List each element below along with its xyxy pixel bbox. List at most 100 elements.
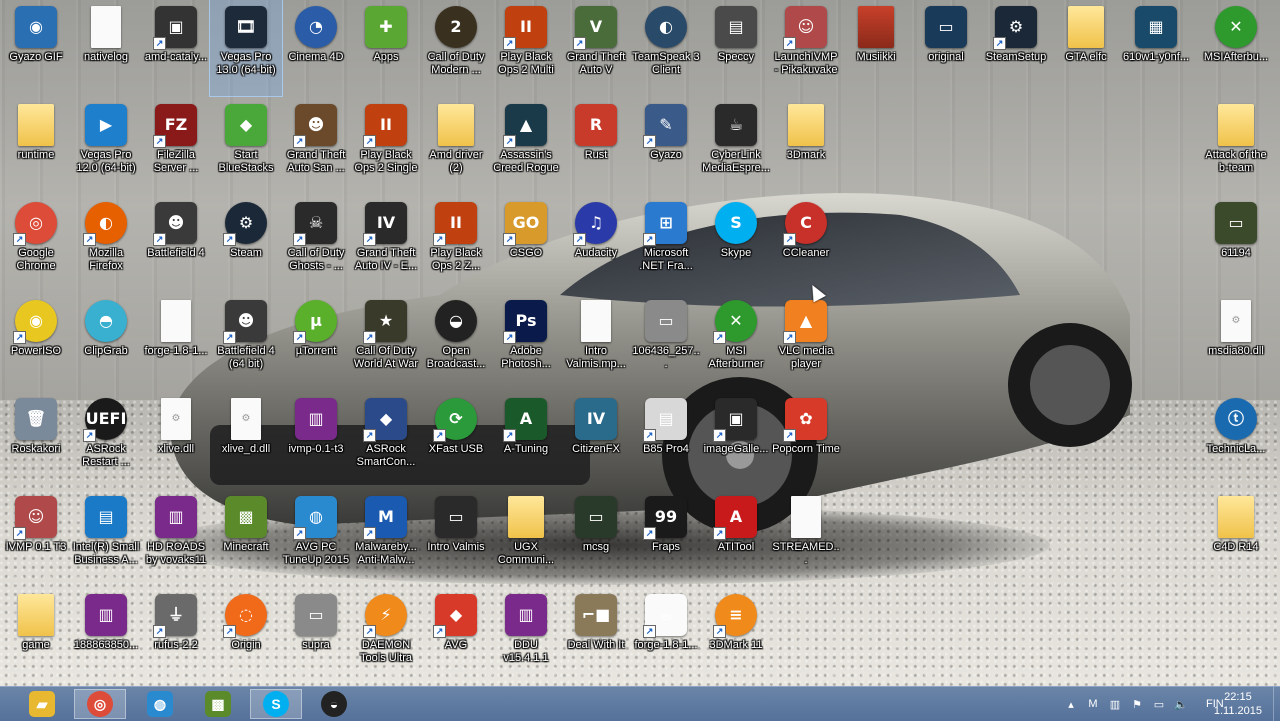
desktop-shortcut[interactable]: ⚙ xlive.dll [140,392,212,488]
desktop-shortcut[interactable]: nativelog [70,0,142,96]
show-hidden-icons-chevron-icon[interactable]: ▴ [1063,696,1079,712]
desktop-shortcut[interactable]: ▩ Minecraft [210,490,282,586]
desktop-shortcut[interactable]: 99 ↗ Fraps [630,490,702,586]
desktop-shortcut[interactable]: 🗑 Roskakori [0,392,72,488]
desktop-shortcut[interactable]: ☻ ↗ Battlefield 4 [140,196,212,292]
taskbar-button-chrome[interactable]: ◎ [74,689,126,719]
desktop-shortcut[interactable]: ▭ Intro Valmis [420,490,492,586]
desktop-shortcut[interactable]: ☺ ↗ LaunchIVMP - Pikakuvake [770,0,842,96]
desktop-shortcut[interactable]: ▤ ↗ B85 Pro4 [630,392,702,488]
desktop-shortcut[interactable]: ◉ Gyazo GIF [0,0,72,96]
desktop-shortcut[interactable]: ▣ ↗ amd-cataly... [140,0,212,96]
desktop-shortcut[interactable]: ▥ DDU v15.4.1.1 [490,588,562,684]
desktop-shortcut[interactable]: ⚙ ↗ SteamSetup [980,0,1052,96]
desktop-shortcut[interactable]: ⊞ ↗ Microsoft .NET Fra... [630,196,702,292]
desktop-shortcut[interactable]: ▭ 106436_257... [630,294,702,390]
monitor-icon[interactable]: ▭ [1151,696,1167,712]
desktop-shortcut[interactable]: ☻ ↗ Battlefield 4 (64 bit) [210,294,282,390]
desktop-shortcut[interactable]: ✎ ↗ Gyazo [630,98,702,194]
desktop-shortcut[interactable]: C ↗ CCleaner [770,196,842,292]
desktop-shortcut[interactable]: ◐ TeamSpeak 3 Client [630,0,702,96]
desktop-shortcut[interactable]: ♫ ↗ Audacity [560,196,632,292]
desktop-shortcut[interactable]: S Skype [700,196,772,292]
desktop-shortcut[interactable]: ✕ MSIAfterbu... [1200,0,1272,96]
desktop-shortcut[interactable]: FZ ↗ FileZilla Server ... [140,98,212,194]
desktop-shortcut[interactable]: 3Dmark [770,98,842,194]
desktop-shortcut[interactable]: Amd driver (2) [420,98,492,194]
desktop-shortcut[interactable]: II ↗ Play Black Ops 2 Multi [490,0,562,96]
desktop-shortcut[interactable]: ⏚ ↗ rufus-2.2 [140,588,212,684]
action-center-flag-icon[interactable]: ⚑ [1129,696,1145,712]
desktop-shortcut[interactable]: II ↗ Play Black Ops 2 Z... [420,196,492,292]
desktop-shortcut[interactable]: forge-1.8-1... [140,294,212,390]
taskbar-button-obs-recording[interactable]: ◍ [134,689,186,719]
desktop-shortcut[interactable]: R Rust [560,98,632,194]
taskbar-button-file-explorer[interactable]: ▰ [16,689,68,719]
desktop-shortcut[interactable]: ✿ ↗ Popcorn Time [770,392,842,488]
desktop-shortcut[interactable]: V ↗ Grand Theft Auto V [560,0,632,96]
desktop-shortcut[interactable]: ▦ 610w1-y0nf... [1120,0,1192,96]
desktop-shortcut[interactable]: ⚙ msdia80.dll [1200,294,1272,390]
desktop-shortcut[interactable]: ☠ ↗ Call of Duty Ghosts - ... [280,196,352,292]
desktop-shortcut[interactable]: ▥ HD ROADS by vovaks11 [140,490,212,586]
desktop-shortcut[interactable]: ☻ ↗ Grand Theft Auto San ... [280,98,352,194]
taskbar-button-obs[interactable]: ◒ [308,689,360,719]
desktop-shortcut[interactable]: ★ ↗ Call Of Duty World At War [350,294,422,390]
desktop-shortcut[interactable]: ⚙ ↗ Steam [210,196,282,292]
desktop-shortcut[interactable]: ◍ ↗ AVG PC TuneUp 2015 [280,490,352,586]
desktop-shortcut[interactable]: M ↗ Malwareby... Anti-Malw... [350,490,422,586]
desktop-shortcut[interactable]: ▭ supra [280,588,352,684]
desktop-shortcut[interactable]: ◎ ↗ Google Chrome [0,196,72,292]
desktop-shortcut[interactable]: GO ↗ CSGO [490,196,562,292]
desktop-shortcut[interactable]: game [0,588,72,684]
desktop-shortcut[interactable]: ☺ ↗ IVMP 0.1 T3 [0,490,72,586]
desktop-shortcut[interactable]: ◔ Cinema 4D [280,0,352,96]
desktop-shortcut[interactable]: ▶ Vegas Pro 12.0 (64-bit) [70,98,142,194]
taskbar-clock[interactable]: 22:15 1.11.2015 [1214,690,1262,718]
desktop-shortcut[interactable]: UEFI ↗ ASRock Restart ... [70,392,142,488]
desktop-shortcut[interactable]: Musiikki [840,0,912,96]
desktop-shortcut[interactable]: ◒ Open Broadcast... [420,294,492,390]
volume-icon[interactable]: 🔈 [1173,696,1189,712]
desktop-shortcut[interactable]: µ ↗ µTorrent [280,294,352,390]
desktop-shortcut[interactable]: Ps ↗ Adobe Photosh... [490,294,562,390]
desktop-shortcut[interactable]: ▤ Speccy [700,0,772,96]
desktop-shortcut[interactable]: ≡ ↗ 3DMark 11 [700,588,772,684]
desktop-shortcut[interactable]: ◉ ↗ PowerISO [0,294,72,390]
desktop-shortcut[interactable]: GTA elfc [1050,0,1122,96]
desktop-shortcut[interactable]: runtime [0,98,72,194]
desktop-shortcut[interactable]: Attack of the b-team [1200,98,1272,194]
desktop-shortcut[interactable]: ☕ CyberLink MediaEspre... [700,98,772,194]
show-desktop-button[interactable] [1273,687,1280,721]
network-icon[interactable]: ▥ [1107,696,1123,712]
desktop-shortcut[interactable]: C4D R14 [1200,490,1272,586]
desktop-shortcut[interactable]: ☕ ↗ forge-1.8-1... [630,588,702,684]
desktop-shortcut[interactable]: ▭ mcsg [560,490,632,586]
desktop-shortcut[interactable]: 🎞 Vegas Pro 13.0 (64-bit) [209,0,283,97]
desktop-shortcut[interactable]: ✕ ↗ MSI Afterburner [700,294,772,390]
desktop-shortcut[interactable]: Intro Valmis.mp... [560,294,632,390]
desktop-shortcut[interactable]: IV CitizenFX [560,392,632,488]
desktop-shortcut[interactable]: ▥ 188863850... [70,588,142,684]
desktop-shortcut[interactable]: ▭ original [910,0,982,96]
desktop-shortcut[interactable]: ◆ Start BlueStacks [210,98,282,194]
desktop-shortcut[interactable]: IV ↗ Grand Theft Auto IV - E... [350,196,422,292]
desktop-shortcut[interactable]: ◓ ClipGrab [70,294,142,390]
malwarebytes-tray-icon[interactable]: M [1085,696,1101,712]
desktop-shortcut[interactable]: A ↗ ATITool [700,490,772,586]
desktop-shortcut[interactable]: STREAMED... [770,490,842,586]
desktop-shortcut[interactable]: ✚ Apps [350,0,422,96]
desktop-shortcut[interactable]: ◌ ↗ Origin [210,588,282,684]
taskbar-button-skype[interactable]: S [250,689,302,719]
desktop-shortcut[interactable]: ⚙ xlive_d.dll [210,392,282,488]
desktop-shortcut[interactable]: ▲ ↗ VLC media player [770,294,842,390]
desktop-shortcut[interactable]: ▣ ↗ imageGalle... [700,392,772,488]
desktop-shortcut[interactable]: ◆ ↗ AVG [420,588,492,684]
desktop-shortcut[interactable]: ◆ ↗ ASRock SmartCon... [350,392,422,488]
desktop-shortcut[interactable]: A ↗ A-Tuning [490,392,562,488]
desktop-shortcut[interactable]: ▲ ↗ Assassin's Creed Rogue [490,98,562,194]
desktop-shortcut[interactable]: ◐ ↗ Mozilla Firefox [70,196,142,292]
desktop-shortcut[interactable]: ▭ 61194 [1200,196,1272,292]
desktop-shortcut[interactable]: II ↗ Play Black Ops 2 Single [350,98,422,194]
desktop-shortcut[interactable]: ▤ Intel(R) Small Business A... [70,490,142,586]
